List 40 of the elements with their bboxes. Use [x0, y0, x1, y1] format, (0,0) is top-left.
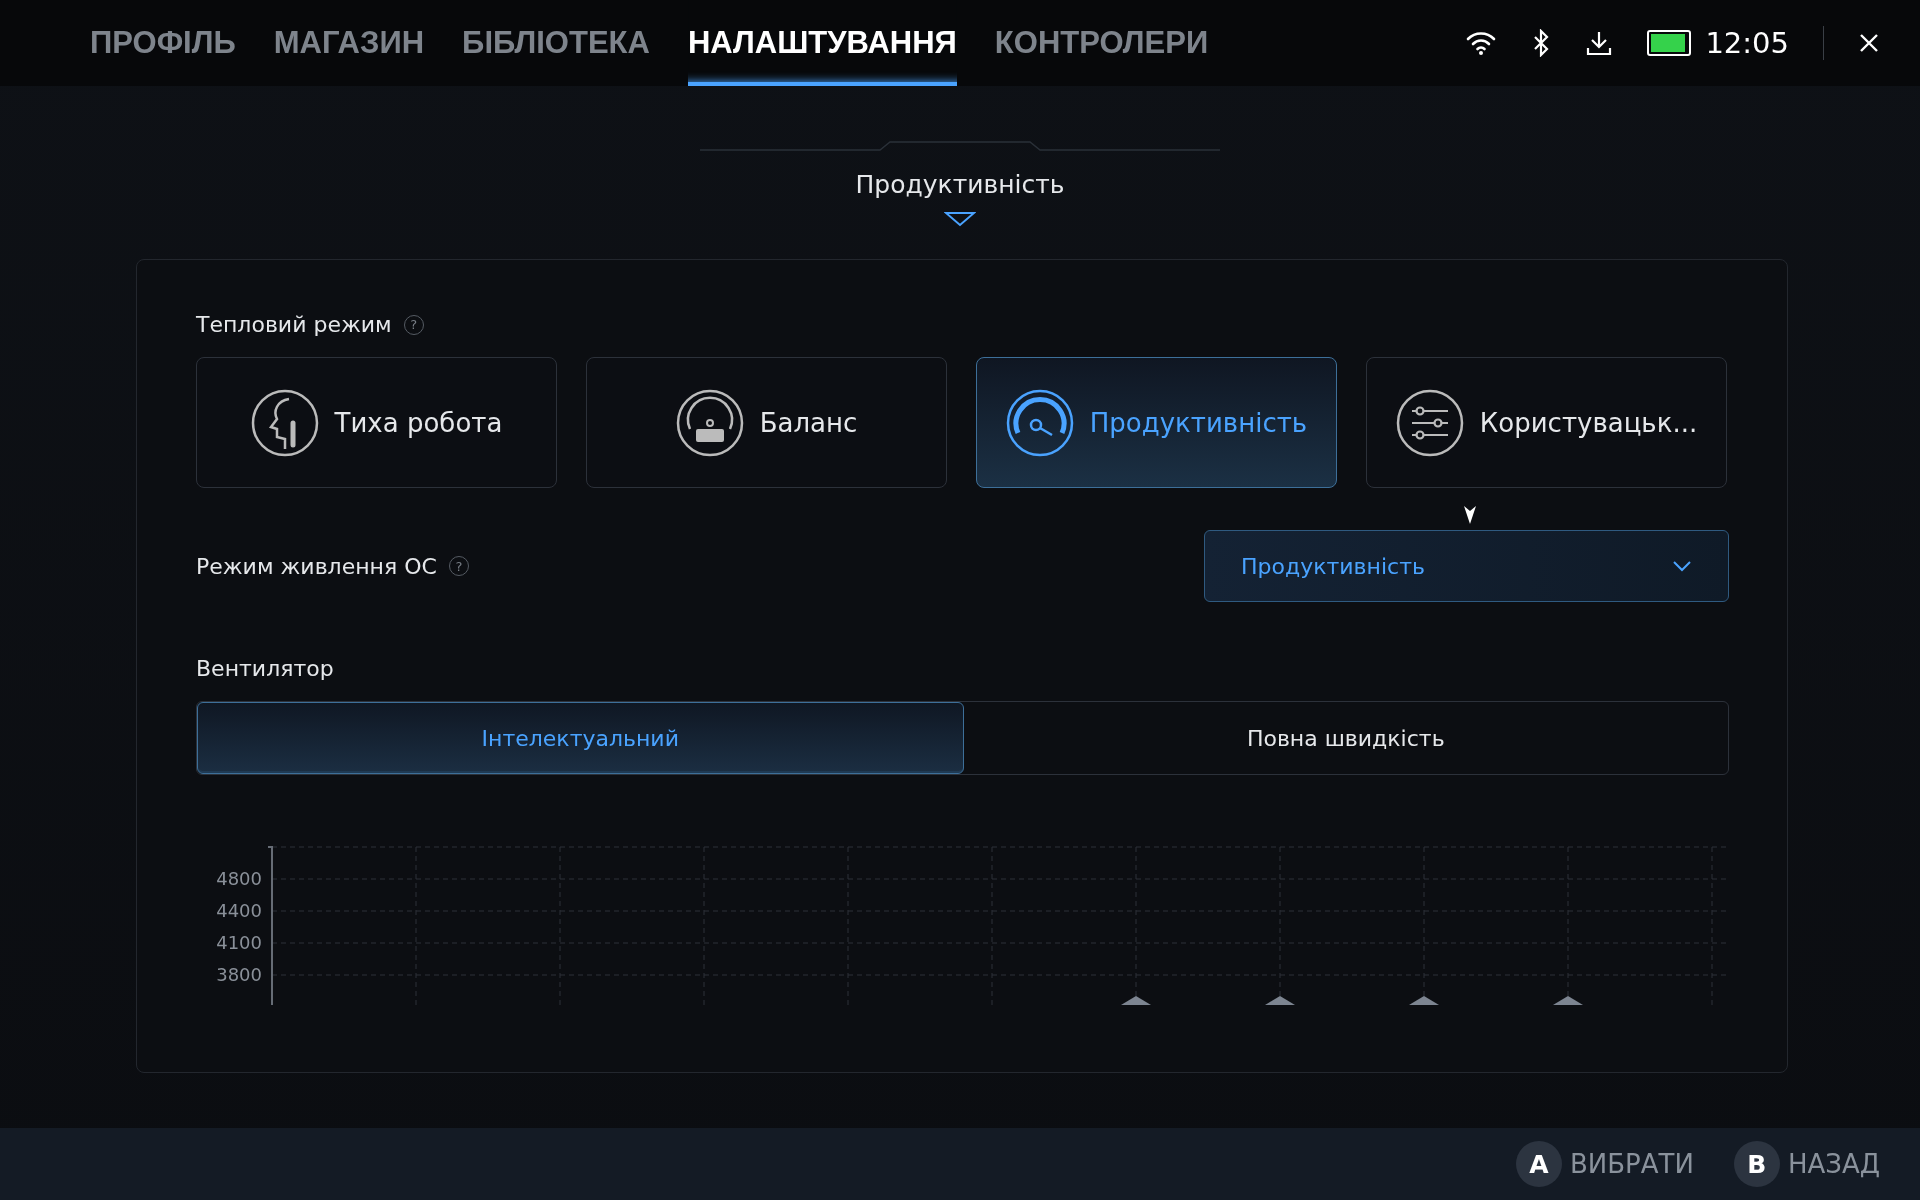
nav-tab[interactable]: КОНТРОЛЕРИ [994, 0, 1209, 86]
chevron-down-icon [1672, 560, 1692, 572]
thermal-mode-card[interactable]: Продуктивність [976, 357, 1337, 488]
axis-tick-label: 3800 [216, 964, 262, 985]
nav-tab[interactable]: ПРОФІЛЬ [90, 0, 236, 86]
curve-point-handle[interactable] [1409, 996, 1439, 1005]
sliders-icon [1395, 388, 1464, 457]
fan-mode-option[interactable]: Інтелектуальний [197, 702, 964, 774]
curve-point-handle[interactable] [1265, 996, 1295, 1005]
clock-time: 12:05 [1705, 26, 1789, 60]
nav-tab[interactable]: МАГАЗИН [273, 0, 425, 86]
curve-point-handle[interactable] [1121, 996, 1151, 1005]
axis-tick-label: 4100 [216, 932, 262, 953]
face-silhouette-icon [250, 388, 319, 457]
footer-hint[interactable]: ВИБРАТИ [1569, 1149, 1694, 1179]
nav-tab[interactable]: БІБЛІОТЕКА [462, 0, 650, 86]
controller-key-icon: B [1733, 1141, 1780, 1187]
battery-icon [1647, 30, 1692, 56]
axis-tick-label: 4400 [216, 900, 262, 921]
speedometer-icon [1005, 388, 1074, 457]
thermal-mode-card[interactable]: Тиха робота [196, 357, 557, 488]
setting-label: Режим живлення ОС [196, 553, 437, 579]
setting-label: Вентилятор [196, 656, 334, 681]
dropdown-triangle-icon [944, 211, 976, 227]
thermal-mode-card[interactable]: Баланс [586, 357, 947, 488]
footer-hint[interactable]: НАЗАД [1787, 1149, 1880, 1179]
download-icon [1585, 29, 1614, 57]
axis-tick-label: 4800 [216, 868, 262, 889]
section-title: Продуктивність [855, 169, 1065, 199]
controller-key-icon: A [1515, 1141, 1562, 1187]
thermal-mode-card[interactable]: Користувацьк... [1366, 357, 1727, 488]
power-mode-dropdown[interactable]: Продуктивність [1204, 530, 1729, 602]
curve-point-handle[interactable] [1553, 996, 1583, 1005]
pointer-icon [1464, 504, 1476, 524]
gauge-icon [675, 388, 744, 457]
close-icon [1858, 32, 1880, 54]
nav-tab[interactable]: НАЛАШТУВАННЯ [687, 0, 957, 86]
wifi-icon [1465, 30, 1498, 56]
fan-mode-option[interactable]: Повна швидкість [963, 702, 1728, 774]
setting-label: Тепловий режим [196, 312, 392, 337]
